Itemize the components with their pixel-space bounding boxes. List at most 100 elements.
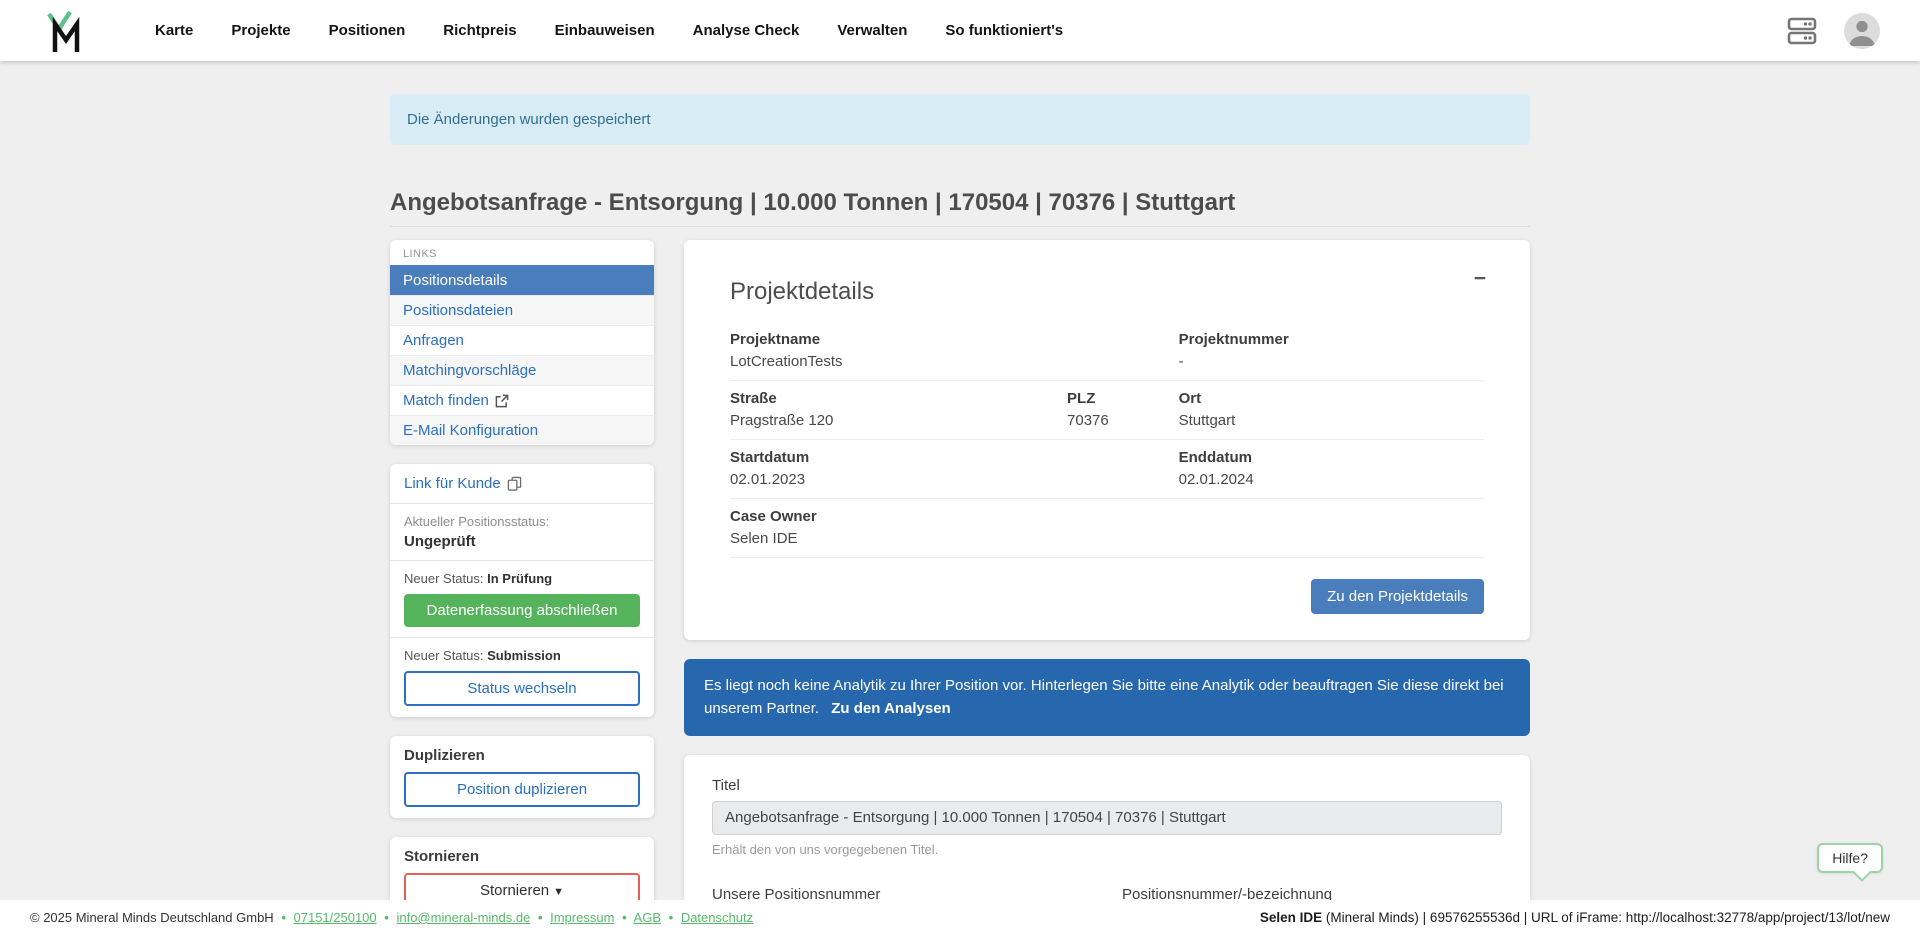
- nav-karte[interactable]: Karte: [136, 22, 212, 39]
- title-divider: [390, 226, 1530, 227]
- field-strasse: Straße Pragstraße 120: [730, 390, 1067, 429]
- nav-projekte[interactable]: Projekte: [212, 22, 309, 39]
- sidebar-item-label: Positionsdateien: [403, 302, 513, 319]
- top-navbar: Karte Projekte Positionen Richtpreis Ein…: [0, 0, 1920, 61]
- field-startdatum: Startdatum 02.01.2023: [730, 449, 1179, 488]
- divider: [390, 503, 654, 504]
- sidebar-item-label: Match finden: [403, 392, 489, 409]
- footer-email-link[interactable]: info@mineral-minds.de: [396, 910, 530, 925]
- sidebar-item-label: Matchingvorschläge: [403, 362, 536, 379]
- field-value: 02.01.2024: [1179, 471, 1484, 488]
- logo-icon: [46, 8, 84, 54]
- copy-icon: [507, 476, 522, 491]
- field-label: Ort: [1179, 390, 1484, 407]
- analytics-info-banner: Es liegt noch keine Analytik zu Ihrer Po…: [684, 659, 1530, 736]
- field-value: 70376: [1067, 412, 1179, 429]
- field-enddatum: Enddatum 02.01.2024: [1179, 449, 1484, 488]
- field-plz: PLZ 70376: [1067, 390, 1179, 429]
- next-status-2-value: Submission: [487, 648, 561, 663]
- field-label: Straße: [730, 390, 1067, 407]
- status-card: Link für Kunde Aktueller Positionsstatus…: [390, 464, 654, 717]
- sidebar-item-label: Positionsdetails: [403, 272, 507, 289]
- sidebar-item-match-finden[interactable]: Match finden: [390, 385, 654, 415]
- duplicate-card: Duplizieren Position duplizieren: [390, 736, 654, 818]
- external-link-icon: [495, 394, 509, 408]
- footer-separator: •: [538, 910, 543, 925]
- field-value: LotCreationTests: [730, 353, 1179, 370]
- footer-imprint-link[interactable]: Impressum: [550, 910, 614, 925]
- footer-session-text: (Mineral Minds) | 69576255536d | URL of …: [1322, 910, 1890, 925]
- mineral-minds-logo[interactable]: [46, 8, 84, 54]
- go-to-analyses-link[interactable]: Zu den Analysen: [831, 700, 950, 717]
- field-label: Projektname: [730, 331, 1179, 348]
- main-navigation: Karte Projekte Positionen Richtpreis Ein…: [136, 22, 1082, 39]
- cancel-card-title: Stornieren: [404, 848, 640, 865]
- field-case-owner: Case Owner Selen IDE: [730, 508, 1484, 547]
- main-column: − Projektdetails Projektname LotCreation…: [684, 240, 1530, 900]
- next-status-2: Neuer Status: Submission: [404, 648, 640, 663]
- footer: © 2025 Mineral Minds Deutschland GmbH • …: [0, 900, 1920, 943]
- nav-analyse-check[interactable]: Analyse Check: [674, 22, 819, 39]
- footer-user: Selen IDE: [1260, 910, 1322, 925]
- field-label: Enddatum: [1179, 449, 1484, 466]
- field-projektname: Projektname LotCreationTests: [730, 331, 1179, 370]
- field-label: PLZ: [1067, 390, 1179, 407]
- field-label: Startdatum: [730, 449, 1179, 466]
- page-content: Die Änderungen wurden gespeichert Angebo…: [0, 61, 1920, 900]
- footer-left: © 2025 Mineral Minds Deutschland GmbH • …: [30, 910, 753, 925]
- caret-down-icon: ▼: [553, 886, 564, 898]
- sidebar: LINKS Positionsdetails Positionsdateien …: [390, 240, 654, 900]
- nav-positionen[interactable]: Positionen: [310, 22, 425, 39]
- field-ort: Ort Stuttgart: [1179, 390, 1484, 429]
- field-value: Pragstraße 120: [730, 412, 1067, 429]
- sidebar-item-anfragen[interactable]: Anfragen: [390, 325, 654, 355]
- cancel-dropdown-button[interactable]: Stornieren▼: [404, 873, 640, 900]
- duplicate-position-button[interactable]: Position duplizieren: [404, 772, 640, 807]
- nav-einbauweisen[interactable]: Einbauweisen: [536, 22, 674, 39]
- complete-data-entry-button[interactable]: Datenerfassung abschließen: [404, 594, 640, 627]
- help-button-label: Hilfe?: [1832, 850, 1868, 866]
- server-rack-icon[interactable]: [1786, 16, 1818, 46]
- nav-verwalten[interactable]: Verwalten: [818, 22, 926, 39]
- collapse-icon[interactable]: −: [1474, 268, 1486, 289]
- sidebar-item-label: E-Mail Konfiguration: [403, 422, 538, 439]
- sidebar-item-email-konfiguration[interactable]: E-Mail Konfiguration: [390, 415, 654, 445]
- project-row: Straße Pragstraße 120 PLZ 70376 Ort Stut…: [730, 381, 1484, 440]
- field-projektnummer: Projektnummer -: [1179, 331, 1484, 370]
- sidebar-item-positionsdetails[interactable]: Positionsdetails: [390, 265, 654, 295]
- help-button[interactable]: Hilfe?: [1817, 843, 1883, 873]
- nav-so-funktionierts[interactable]: So funktioniert's: [926, 22, 1082, 39]
- our-number-label: Unsere Positionsnummer: [712, 886, 1092, 901]
- user-avatar-icon[interactable]: [1844, 13, 1880, 49]
- save-success-alert: Die Änderungen wurden gespeichert: [390, 94, 1530, 145]
- sidebar-item-positionsdateien[interactable]: Positionsdateien: [390, 295, 654, 325]
- footer-privacy-link[interactable]: Datenschutz: [681, 910, 753, 925]
- customer-link[interactable]: Link für Kunde: [404, 475, 522, 492]
- switch-status-button[interactable]: Status wechseln: [404, 671, 640, 706]
- project-row: Case Owner Selen IDE: [730, 499, 1484, 558]
- sidebar-item-matchingvorschlaege[interactable]: Matchingvorschläge: [390, 355, 654, 385]
- footer-agb-link[interactable]: AGB: [634, 910, 661, 925]
- page-title: Angebotsanfrage - Entsorgung | 10.000 To…: [390, 189, 1530, 217]
- nav-richtpreis[interactable]: Richtpreis: [424, 22, 535, 39]
- project-row: Projektname LotCreationTests Projektnumm…: [730, 322, 1484, 381]
- sidebar-item-label: Anfragen: [403, 332, 464, 349]
- navbar-right: [1786, 13, 1880, 49]
- project-details-heading: Projektdetails: [730, 278, 1484, 306]
- footer-session-info: Selen IDE (Mineral Minds) | 69576255536d…: [1260, 910, 1890, 925]
- footer-separator: •: [281, 910, 286, 925]
- banner-text: Es liegt noch keine Analytik zu Ihrer Po…: [704, 677, 1504, 717]
- footer-copyright: © 2025 Mineral Minds Deutschland GmbH: [30, 910, 274, 925]
- next-status-prefix: Neuer Status:: [404, 648, 484, 663]
- go-to-project-details-button[interactable]: Zu den Projektdetails: [1311, 579, 1484, 614]
- links-card: LINKS Positionsdetails Positionsdateien …: [390, 240, 654, 445]
- alert-text: Die Änderungen wurden gespeichert: [407, 111, 651, 128]
- field-value: 02.01.2023: [730, 471, 1179, 488]
- footer-phone-link[interactable]: 07151/250100: [294, 910, 377, 925]
- footer-separator: •: [622, 910, 627, 925]
- our-position-number-field: Unsere Positionsnummer Erhält eine syste…: [712, 880, 1092, 901]
- field-value: Selen IDE: [730, 530, 1484, 547]
- cancel-card: Stornieren Stornieren▼: [390, 837, 654, 900]
- next-status-prefix: Neuer Status:: [404, 571, 484, 586]
- title-input[interactable]: [712, 801, 1502, 835]
